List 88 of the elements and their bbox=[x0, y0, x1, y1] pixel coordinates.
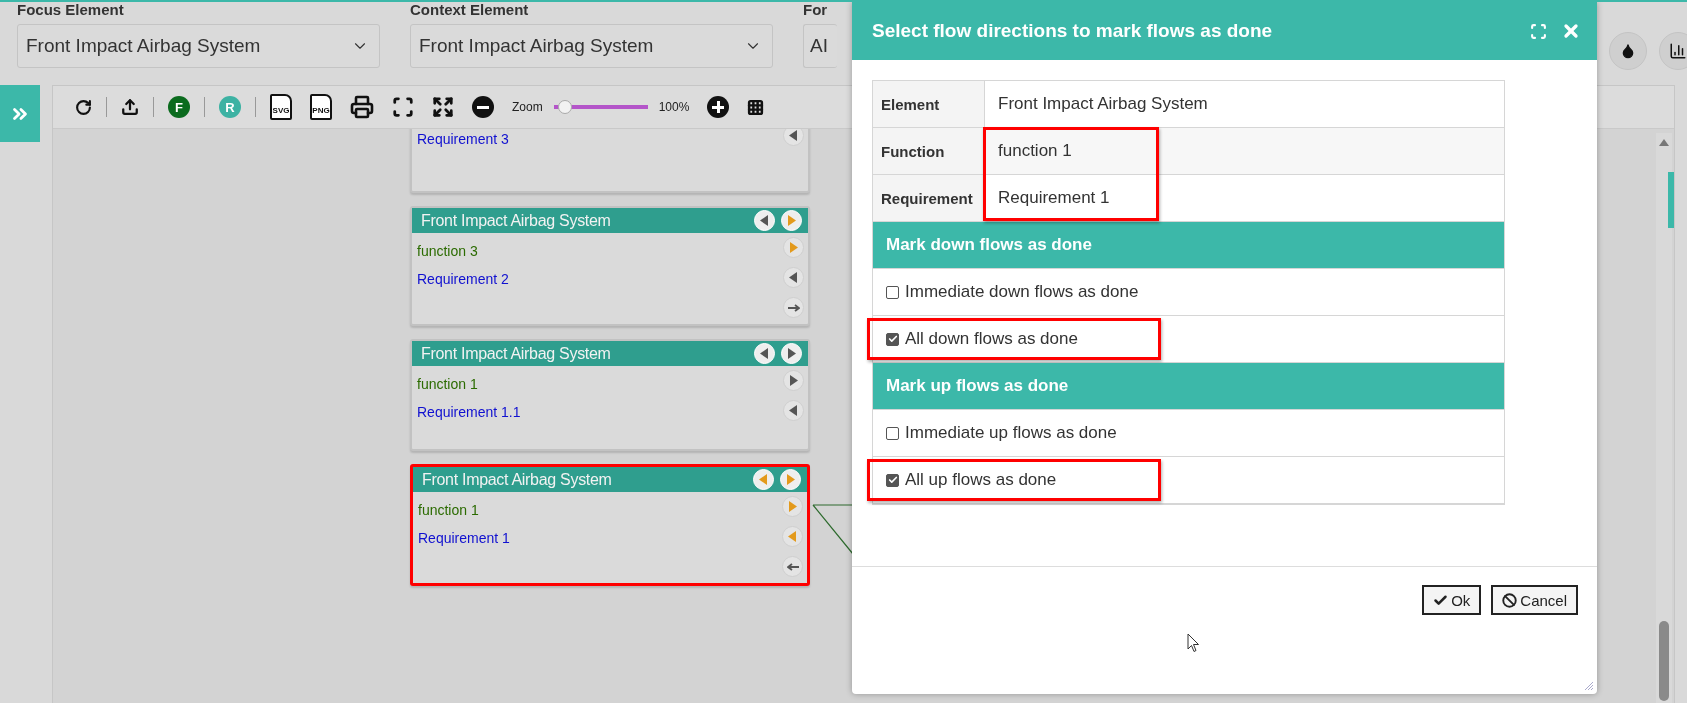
print-icon[interactable] bbox=[350, 95, 374, 119]
droplet-button[interactable] bbox=[1609, 32, 1647, 70]
checkbox[interactable] bbox=[886, 426, 899, 440]
scroll-up-icon[interactable] bbox=[1659, 139, 1669, 146]
checkbox[interactable] bbox=[886, 285, 899, 299]
chart-button[interactable] bbox=[1659, 32, 1687, 70]
dropdown[interactable]: AI bbox=[803, 24, 837, 68]
section-header: Mark down flows as done bbox=[873, 222, 1504, 269]
scroll-thumb[interactable] bbox=[1659, 621, 1669, 701]
ok-button[interactable]: Ok bbox=[1422, 585, 1482, 615]
triangle-icon bbox=[787, 348, 796, 359]
field-value: Front Impact Airbag System bbox=[997, 93, 1209, 115]
diagram-node[interactable]: Front Impact Airbag System function 3 Requirement 2 bbox=[410, 206, 810, 326]
node-title: Front Impact Airbag System bbox=[421, 344, 611, 363]
grid-icon[interactable] bbox=[747, 98, 765, 116]
requirement-text: Requirement 1 bbox=[418, 530, 510, 546]
field-value: function 1 bbox=[997, 140, 1073, 162]
field-label: Focus Element bbox=[17, 2, 125, 18]
expand-icon[interactable] bbox=[432, 96, 454, 118]
function-text: function 3 bbox=[417, 243, 479, 259]
node-title: Front Impact Airbag System bbox=[421, 211, 611, 230]
checkmark-icon bbox=[887, 334, 898, 344]
triangle-icon bbox=[787, 215, 796, 226]
option-label[interactable]: All up flows as done bbox=[905, 470, 1057, 490]
zoom-out-button[interactable] bbox=[472, 96, 494, 118]
function-text: function 1 bbox=[418, 502, 480, 518]
left-triangle-button[interactable] bbox=[783, 267, 804, 288]
option-label[interactable]: Immediate down flows as done bbox=[905, 282, 1139, 302]
triangle-icon bbox=[788, 531, 797, 542]
field-label: Context Element bbox=[410, 2, 530, 18]
option-label[interactable]: Immediate up flows as done bbox=[905, 423, 1117, 443]
triangle-icon bbox=[789, 272, 798, 283]
function-text: function 1 bbox=[417, 376, 479, 392]
file-export-button[interactable]: PNG bbox=[310, 94, 332, 120]
diagram-node[interactable]: Front Impact Airbag System function 1 Requirement 1 bbox=[410, 464, 810, 586]
field-label: For bbox=[803, 2, 829, 18]
triangle-icon bbox=[788, 501, 797, 512]
triangle-icon bbox=[789, 242, 798, 253]
checkmark-icon bbox=[887, 475, 898, 485]
requirement-text: Requirement 2 bbox=[417, 271, 509, 287]
left-triangle-button[interactable] bbox=[783, 129, 804, 146]
dialog-title: Select flow directions to mark flows as done bbox=[872, 20, 1273, 42]
option-label[interactable]: All down flows as done bbox=[905, 329, 1078, 349]
diagram-node[interactable]: Requirement 3 bbox=[410, 129, 810, 193]
zoom-reading: 100% bbox=[658, 100, 690, 114]
requirement-text: Requirement 3 bbox=[417, 131, 509, 147]
field-label: Requirement bbox=[873, 175, 985, 221]
sidebar-toggle-button[interactable] bbox=[0, 85, 40, 142]
right-triangle-button[interactable] bbox=[783, 370, 804, 391]
arrow-button[interactable] bbox=[782, 556, 803, 577]
node-title: Front Impact Airbag System bbox=[422, 470, 612, 489]
resize-grip-icon[interactable] bbox=[1583, 680, 1593, 690]
field-value: Requirement 1 bbox=[997, 187, 1111, 209]
field-label: Element bbox=[873, 81, 985, 127]
triangle-icon bbox=[759, 474, 768, 485]
cancel-button[interactable]: Cancel bbox=[1491, 585, 1578, 615]
arrow-button[interactable] bbox=[783, 297, 804, 318]
left-triangle-button[interactable] bbox=[783, 400, 804, 421]
diagram-node[interactable]: Front Impact Airbag System function 1 Requirement 1.1 bbox=[410, 339, 810, 451]
bar-chart-icon bbox=[1669, 42, 1687, 60]
fullscreen-icon[interactable] bbox=[392, 96, 414, 118]
droplet-icon bbox=[1620, 43, 1636, 59]
triangle-icon bbox=[760, 348, 769, 359]
mouse-cursor-icon bbox=[1187, 633, 1200, 653]
file-export-button[interactable]: SVG bbox=[270, 94, 292, 120]
section-header: Mark up flows as done bbox=[873, 363, 1504, 410]
zoom-slider-thumb[interactable] bbox=[557, 100, 572, 114]
refresh-icon[interactable] bbox=[75, 98, 92, 116]
dropdown[interactable]: Front Impact Airbag System bbox=[410, 24, 773, 68]
triangle-icon bbox=[789, 375, 798, 386]
triangle-icon bbox=[789, 405, 798, 416]
checkbox[interactable] bbox=[886, 332, 899, 346]
dropdown[interactable]: Front Impact Airbag System bbox=[17, 24, 380, 68]
connector-line bbox=[812, 504, 854, 555]
triangle-icon bbox=[760, 215, 769, 226]
triangle-icon bbox=[786, 474, 795, 485]
upload-icon[interactable] bbox=[121, 98, 139, 116]
scrollbar[interactable] bbox=[1656, 133, 1672, 703]
letter-button[interactable]: F bbox=[168, 96, 190, 118]
requirement-text: Requirement 1.1 bbox=[417, 404, 521, 420]
checkbox[interactable] bbox=[886, 473, 899, 487]
triangle-icon bbox=[789, 130, 798, 141]
zoom-in-button[interactable] bbox=[707, 96, 730, 118]
checkmark-icon bbox=[1433, 592, 1449, 608]
arrow-left-icon bbox=[786, 562, 799, 571]
zoom-label: Zoom bbox=[512, 100, 543, 114]
prohibited-icon bbox=[1502, 592, 1518, 608]
arrow-right-icon bbox=[787, 303, 800, 312]
